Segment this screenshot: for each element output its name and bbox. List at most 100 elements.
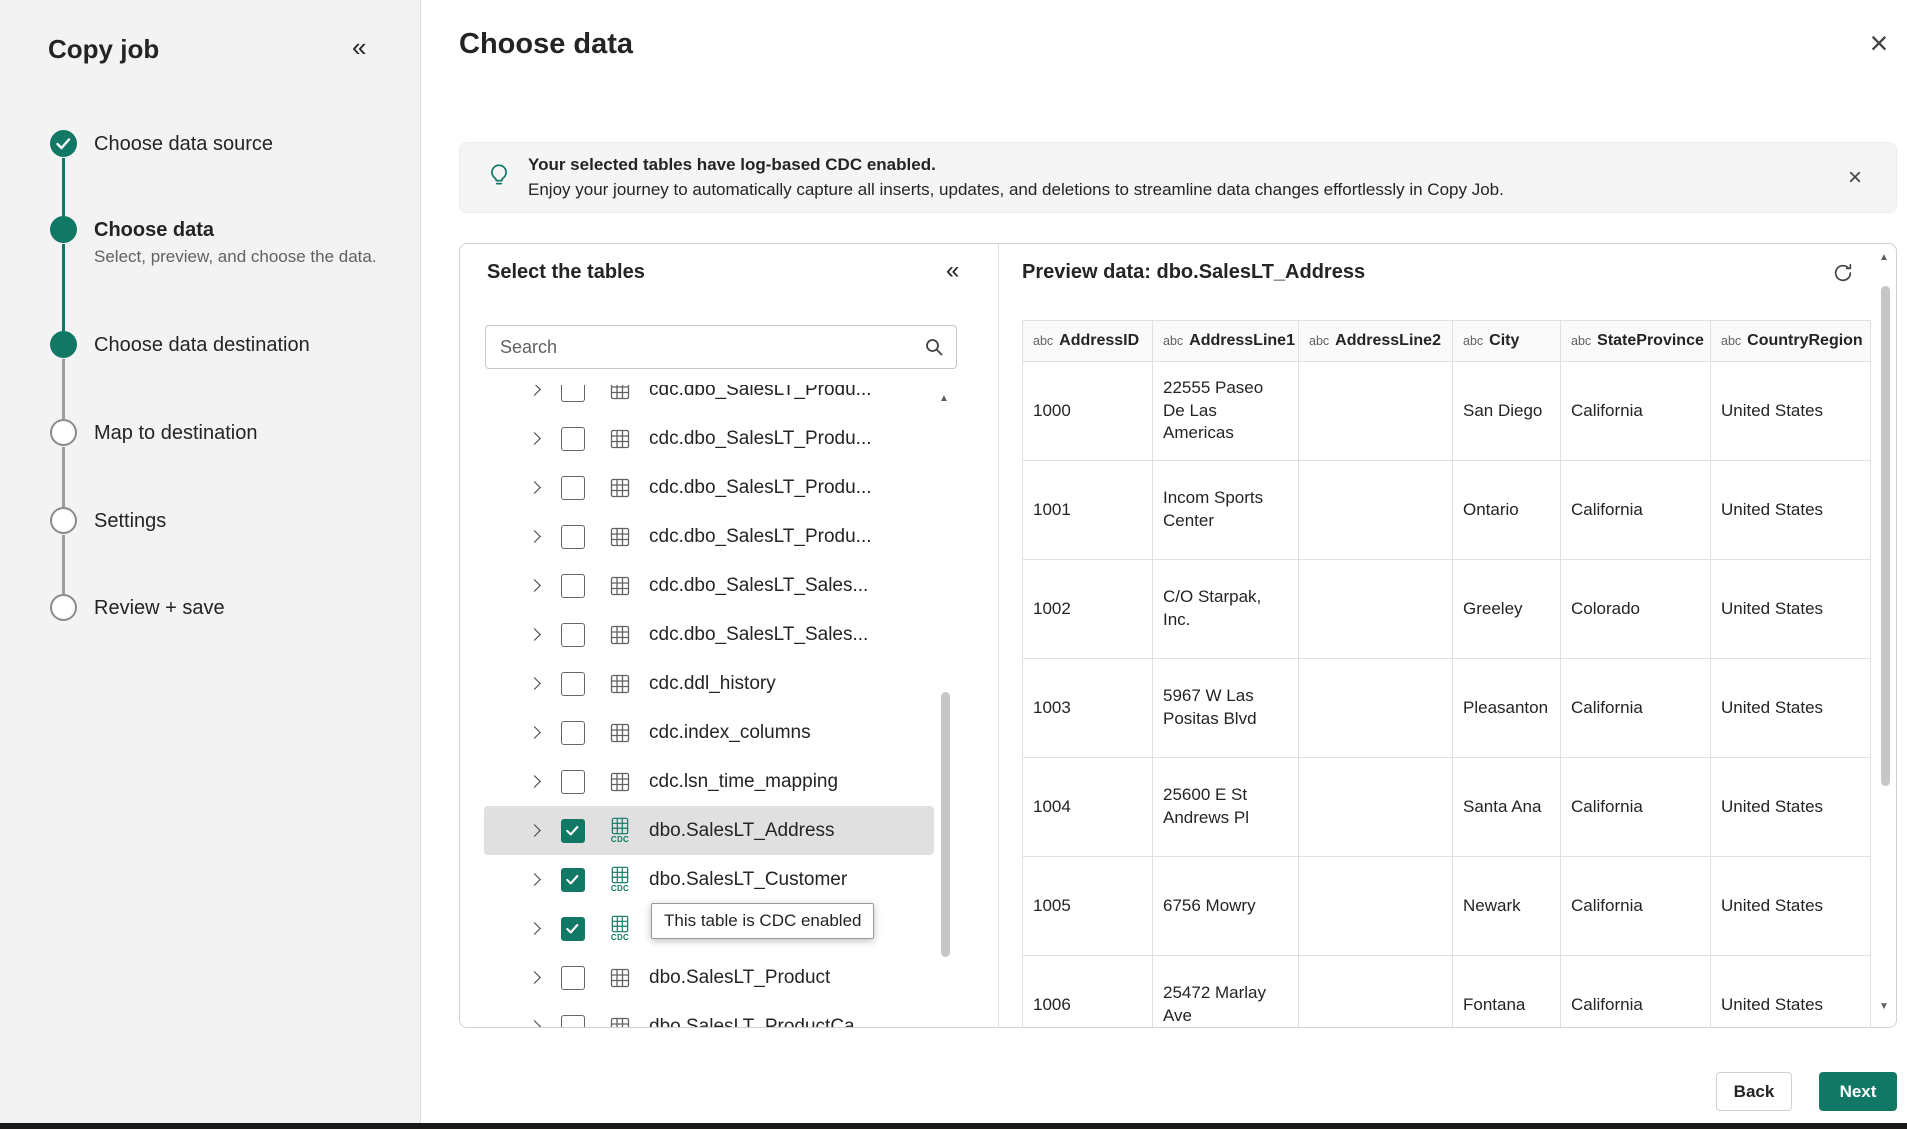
scroll-down-button[interactable]: ▼ (1879, 1001, 1889, 1012)
step-circle-done[interactable] (50, 331, 77, 358)
cell: United States (1711, 956, 1871, 1029)
table-row: 1004 25600 E St Andrews Pl Santa Ana Cal… (1023, 758, 1871, 857)
collapse-sidebar-icon[interactable]: « (352, 32, 366, 63)
table-icon (607, 772, 633, 792)
chevron-right-icon[interactable] (528, 385, 541, 396)
table-tree-item[interactable]: cdc.dbo_SalesLT_Produ... (484, 385, 934, 414)
cell (1299, 758, 1453, 857)
string-type-icon: abc (1033, 334, 1053, 348)
table-tree-item[interactable]: cdc.index_columns (484, 708, 934, 757)
header-row: abcAddressID abcAddressLine1 abcAddressL… (1023, 321, 1871, 362)
step-review-save[interactable]: Review + save (94, 596, 225, 620)
cell: United States (1711, 560, 1871, 659)
search-icon[interactable] (924, 337, 944, 362)
table-icon (607, 385, 633, 400)
chevron-right-icon[interactable] (528, 579, 541, 592)
chevron-right-icon[interactable] (528, 481, 541, 494)
table-tree-item[interactable]: cdc.dbo_SalesLT_Produ... (484, 463, 934, 512)
table-tree-item[interactable]: CDC dbo.SalesLT_Customer (484, 855, 934, 904)
table-tree-item[interactable]: cdc.dbo_SalesLT_Sales... (484, 610, 934, 659)
table-tree-item[interactable]: dbo.SalesLT_ProductCa... (484, 1002, 934, 1028)
checkbox[interactable] (561, 476, 585, 500)
chevron-right-icon[interactable] (528, 1020, 541, 1028)
scrollbar-thumb[interactable] (1881, 286, 1890, 786)
checkbox[interactable] (561, 1015, 585, 1029)
chevron-right-icon[interactable] (528, 726, 541, 739)
cdc-table-icon: CDC (607, 866, 633, 893)
checkbox[interactable] (561, 966, 585, 990)
chevron-right-icon[interactable] (528, 775, 541, 788)
table-tree-item[interactable]: cdc.dbo_SalesLT_Produ... (484, 414, 934, 463)
step-circle-completed[interactable] (50, 130, 77, 157)
search-input[interactable] (486, 326, 956, 368)
cell: United States (1711, 758, 1871, 857)
table-tree-item[interactable]: cdc.dbo_SalesLT_Sales... (484, 561, 934, 610)
step-circle-pending[interactable] (50, 594, 77, 621)
scroll-up-button[interactable]: ▲ (939, 393, 949, 404)
cell: California (1561, 461, 1711, 560)
checkbox-checked[interactable] (561, 868, 585, 892)
cell: United States (1711, 857, 1871, 956)
chevron-right-icon[interactable] (528, 824, 541, 837)
table-tree-item[interactable]: cdc.ddl_history (484, 659, 934, 708)
cell: Ontario (1453, 461, 1561, 560)
checkbox[interactable] (561, 427, 585, 451)
string-type-icon: abc (1571, 334, 1591, 348)
step-circle-pending[interactable] (50, 507, 77, 534)
cell: Newark (1453, 857, 1561, 956)
collapse-panel-icon[interactable]: « (946, 257, 959, 285)
checkbox-checked[interactable] (561, 819, 585, 843)
chevron-right-icon[interactable] (528, 432, 541, 445)
checkbox[interactable] (561, 623, 585, 647)
bottom-edge (0, 1123, 1907, 1129)
checkbox[interactable] (561, 721, 585, 745)
checkbox[interactable] (561, 525, 585, 549)
choose-data-content: Select the tables « cdc.dbo_SalesLT_Prod… (459, 243, 1897, 1028)
cell: California (1561, 956, 1711, 1029)
back-button[interactable]: Back (1716, 1072, 1792, 1111)
cell: 5967 W Las Positas Blvd (1153, 659, 1299, 758)
table-tree-item[interactable]: dbo.SalesLT_Product (484, 953, 934, 1002)
close-dialog-icon[interactable]: × (1858, 22, 1900, 64)
checkbox-checked[interactable] (561, 917, 585, 941)
table-tree-item[interactable]: cdc.lsn_time_mapping (484, 757, 934, 806)
step-choose-data-destination[interactable]: Choose data destination (94, 333, 310, 357)
page-title: Choose data (459, 28, 633, 61)
banner-close-icon[interactable]: × (1840, 160, 1870, 196)
step-settings[interactable]: Settings (94, 509, 166, 533)
step-circle-pending[interactable] (50, 419, 77, 446)
cell: Santa Ana (1453, 758, 1561, 857)
checkbox[interactable] (561, 770, 585, 794)
cell: Incom Sports Center (1153, 461, 1299, 560)
string-type-icon: abc (1463, 334, 1483, 348)
step-choose-data-source[interactable]: Choose data source (94, 132, 273, 156)
refresh-icon[interactable] (1826, 256, 1860, 290)
chevron-right-icon[interactable] (528, 628, 541, 641)
table-name: cdc.dbo_SalesLT_Sales... (649, 575, 868, 597)
table-tree-item[interactable]: cdc.dbo_SalesLT_Produ... (484, 512, 934, 561)
select-tables-panel: Select the tables « cdc.dbo_SalesLT_Prod… (460, 244, 999, 1027)
step-choose-data[interactable]: Choose data (94, 218, 214, 242)
table-icon (607, 478, 633, 498)
step-circle-current[interactable] (50, 216, 77, 243)
cell: Pleasanton (1453, 659, 1561, 758)
checkbox[interactable] (561, 672, 585, 696)
chevron-right-icon[interactable] (528, 677, 541, 690)
chevron-right-icon[interactable] (528, 530, 541, 543)
table-tree-item-selected[interactable]: CDC dbo.SalesLT_Address (484, 806, 934, 855)
scrollbar-thumb[interactable] (941, 692, 950, 957)
chevron-right-icon[interactable] (528, 971, 541, 984)
search-box (485, 325, 957, 369)
chevron-right-icon[interactable] (528, 922, 541, 935)
checkmark-icon (50, 144, 77, 161)
checkbox[interactable] (561, 385, 585, 402)
step-map-to-destination[interactable]: Map to destination (94, 421, 257, 445)
cell: 1004 (1023, 758, 1153, 857)
checkbox[interactable] (561, 574, 585, 598)
next-button[interactable]: Next (1819, 1072, 1897, 1111)
chevron-right-icon[interactable] (528, 873, 541, 886)
cdc-badge: CDC (611, 836, 629, 844)
table-icon (607, 625, 633, 645)
scroll-up-button[interactable]: ▲ (1879, 252, 1889, 263)
table-icon (607, 1017, 633, 1029)
